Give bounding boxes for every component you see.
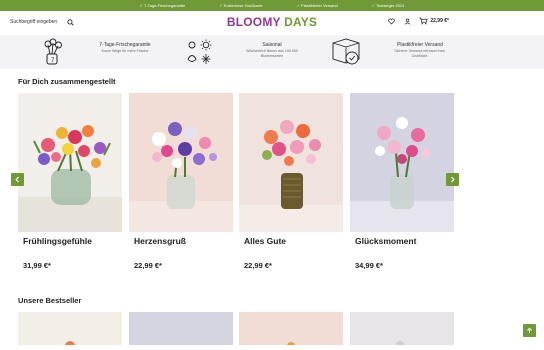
carousel-prev-button[interactable] [11,173,24,186]
bestseller-card[interactable] [239,312,343,350]
usp-band: 7 7-Tage-Frischegarantie Kurze Wege für … [0,35,544,69]
brand-logo[interactable]: BLOOMY DAYS [227,15,317,29]
benefit-item: ✓ Testsieger 2024 [371,3,405,8]
svg-text:7: 7 [51,58,55,64]
product-name[interactable]: Glücksmoment [355,236,416,246]
benefit-item: ✓ 7-Tage-Frischegarantie [139,3,186,8]
product-image[interactable] [239,93,343,232]
search-field[interactable]: Suchbegriff eingeben [10,18,74,26]
product-card[interactable]: Alles Gute 22,99 €* [239,93,343,270]
seasons-icon [184,37,214,67]
usp-seasonal: Saisonal Wöchentlich Neues aus 100.000 B… [246,42,298,58]
bestseller-card[interactable] [350,312,454,349]
product-card[interactable]: Herzensgruß 22,99 €* [129,93,233,270]
product-name[interactable]: Herzensgruß [134,236,186,246]
usp-plastic-free: Plastikfreier Versand Sicherer Versand m… [394,42,446,58]
carousel-next-button[interactable] [446,173,459,186]
product-name[interactable]: Frühlingsgefühle [23,236,92,246]
section-title-bestsellers: Unsere Bestseller [18,296,82,305]
flower-vase-icon: 7 [38,37,68,67]
product-price: 22,99 €* [244,261,272,270]
chevron-right-icon[interactable] [449,176,456,183]
scroll-to-top-button[interactable] [523,324,536,337]
site-header: Suchbegriff eingeben BLOOMY DAYS 22,99 €… [0,11,544,33]
arrow-up-icon[interactable] [526,327,533,334]
product-card[interactable]: Glücksmoment 34,99 €* [350,93,454,270]
cart-icon[interactable] [419,17,428,25]
section-title-recommended: Für Dich zusammengestellt [18,77,116,86]
search-placeholder[interactable]: Suchbegriff eingeben [10,19,57,25]
top-benefits-bar: ✓ 7-Tage-Frischegarantie ✓ Kostenlose Gr… [0,0,544,11]
chevron-left-icon[interactable] [14,176,21,183]
product-name[interactable]: Alles Gute [244,236,286,246]
product-price: 34,99 €* [355,261,383,270]
usp-freshness: 7-Tage-Frischegarantie Kurze Wege für me… [99,42,151,53]
benefit-item: ✓ Kostenlose Grußkarte [219,3,263,8]
benefit-item: ✓ Plastikfreier Versand [296,3,338,8]
product-image[interactable] [18,93,122,232]
box-icon [330,37,362,67]
search-icon[interactable] [67,18,74,26]
product-price: 22,99 €* [134,261,162,270]
product-price: 31,99 €* [23,261,51,270]
header-actions: 22,99 €* [387,17,449,25]
heart-icon[interactable] [387,17,395,25]
bestseller-card[interactable] [129,312,233,345]
product-image[interactable] [129,93,233,232]
bestseller-card[interactable] [18,312,122,350]
product-image[interactable] [350,93,454,232]
product-card[interactable]: Frühlingsgefühle 31,99 €* [18,93,122,270]
cart-button[interactable]: 22,99 €* [419,17,449,25]
user-icon[interactable] [403,17,411,25]
cart-total[interactable]: 22,99 €* [430,18,449,24]
